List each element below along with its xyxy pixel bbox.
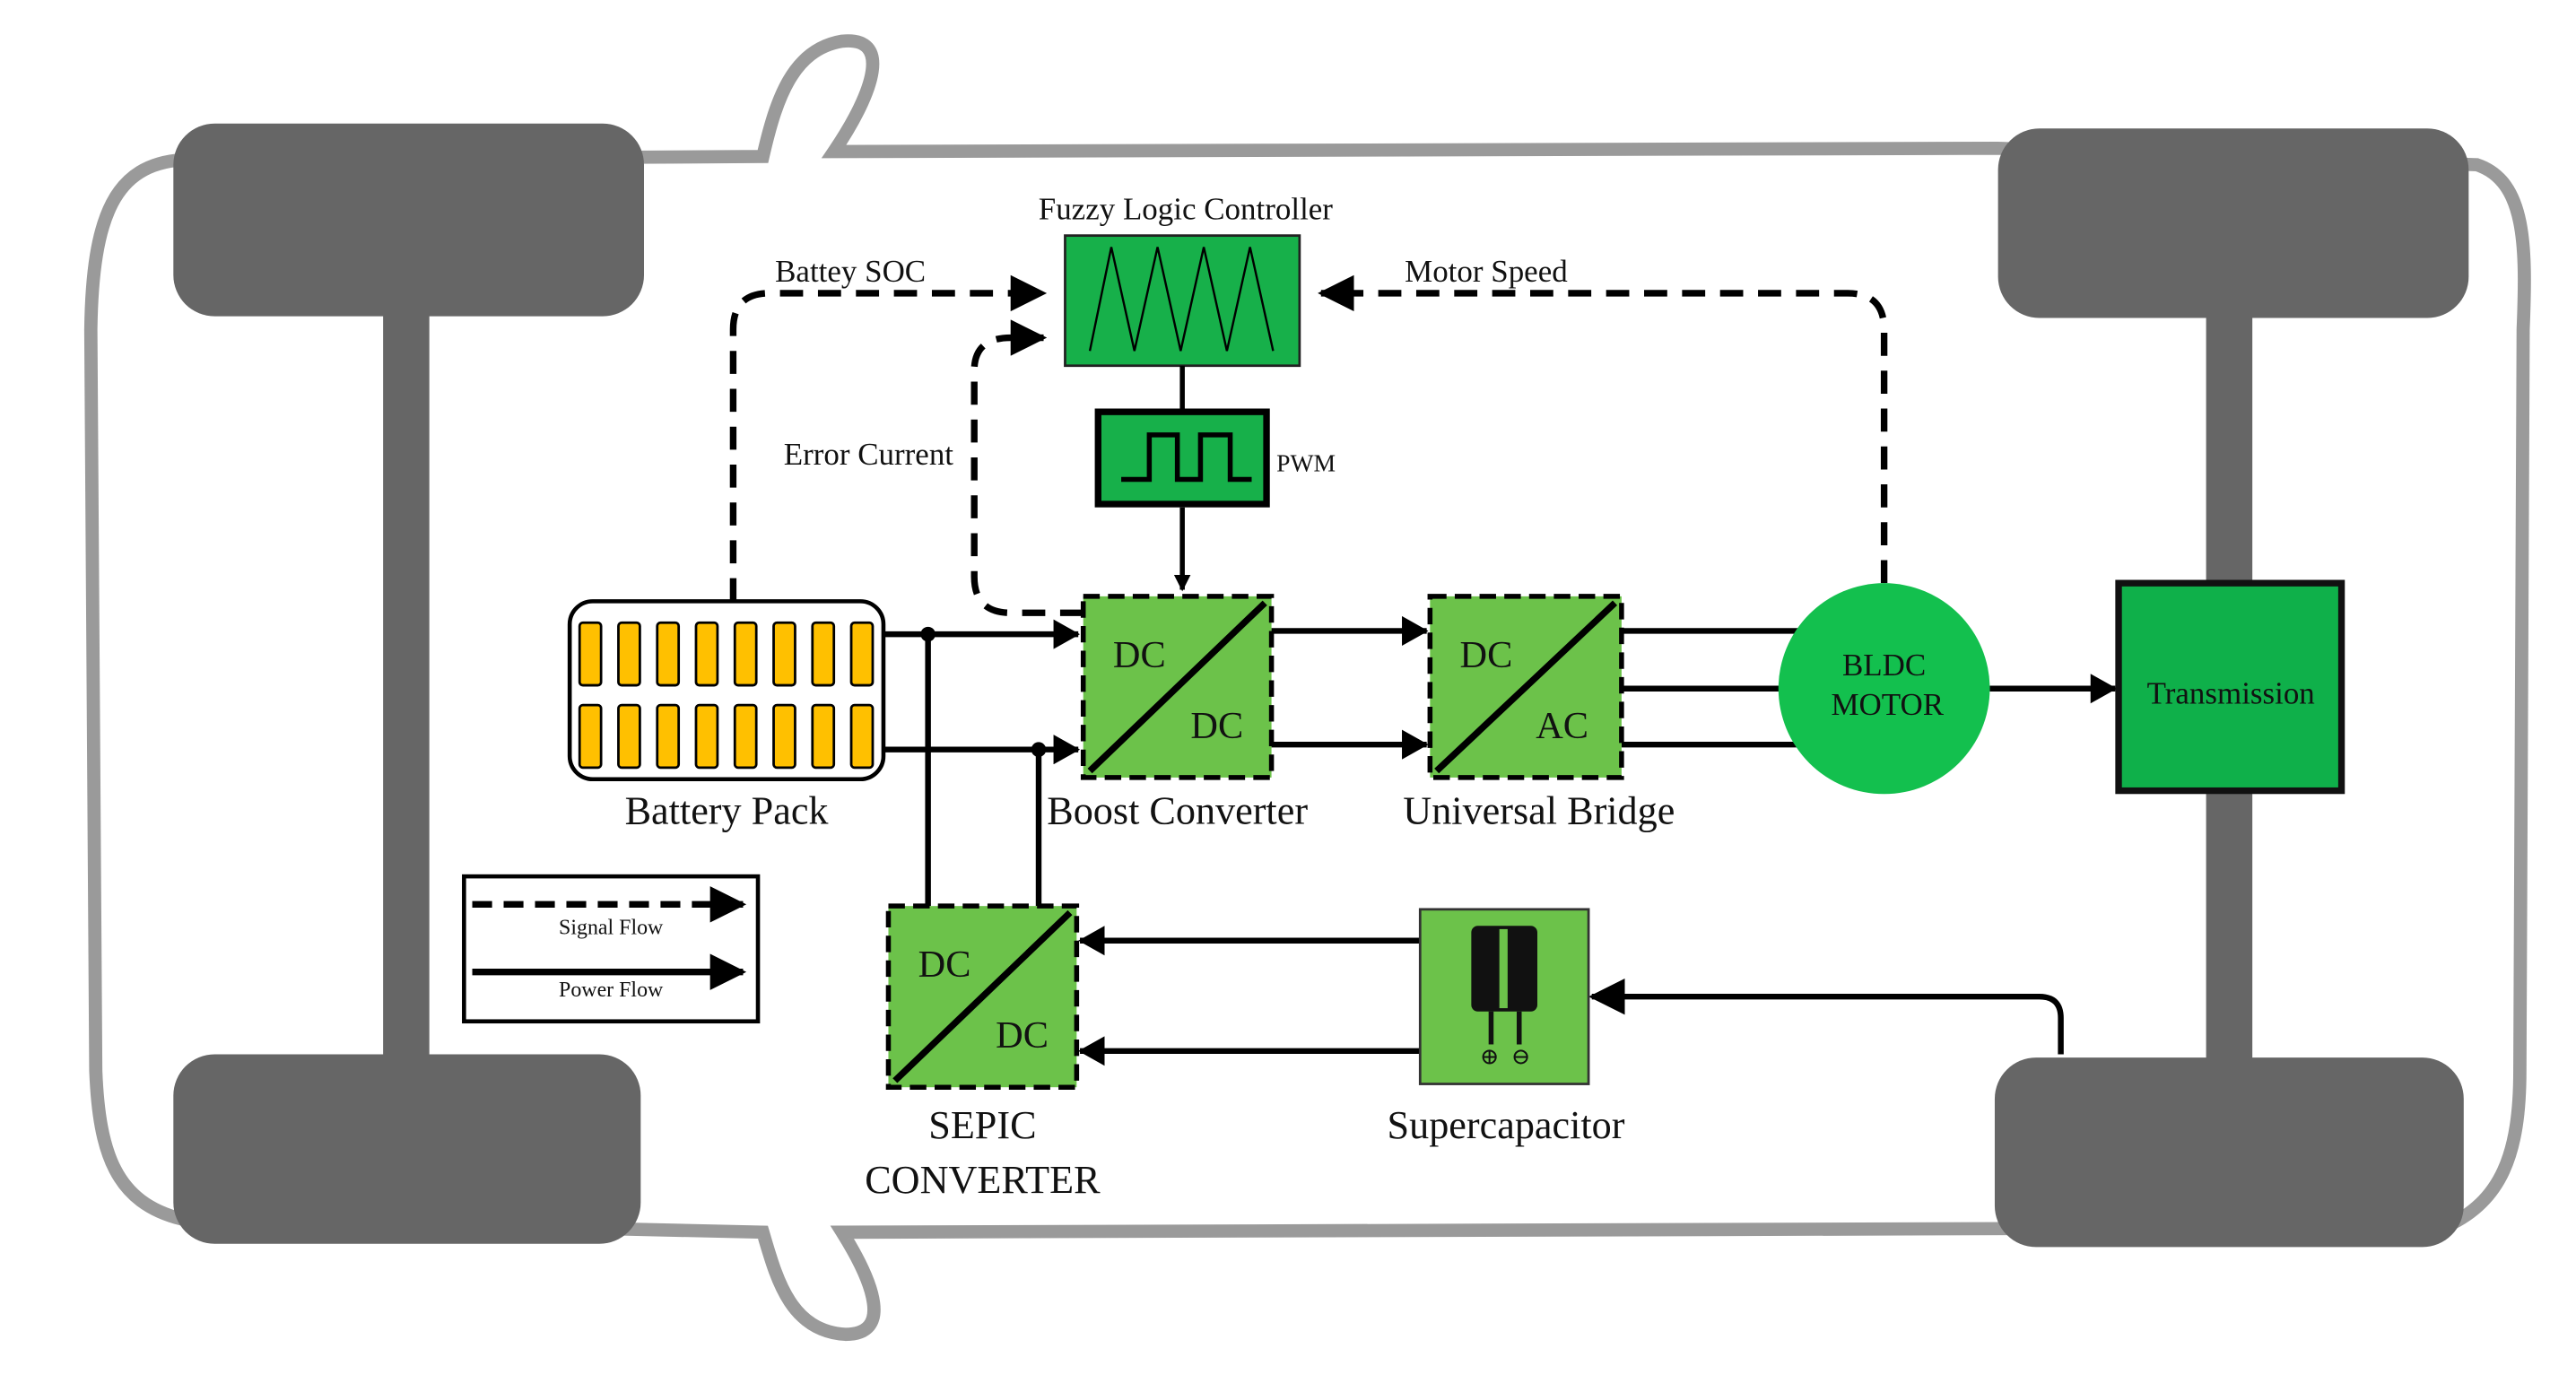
legend-signal-label: Signal Flow (559, 916, 664, 939)
svg-text:DC: DC (1460, 634, 1513, 676)
svg-text:Transmission: Transmission (2147, 675, 2315, 710)
svg-text:⊕: ⊕ (1480, 1044, 1500, 1070)
transmission[interactable]: Transmission (2115, 579, 2345, 795)
bldc-motor[interactable]: BLDC MOTOR (1778, 583, 1990, 795)
svg-text:⊖: ⊖ (1511, 1044, 1531, 1070)
svg-text:AC: AC (1536, 705, 1588, 747)
svg-text:DC: DC (1113, 634, 1166, 676)
battery-soc-label: Battey SOC (775, 254, 926, 289)
svg-text:DC: DC (1190, 705, 1243, 747)
sepic-label-line1: SEPIC (928, 1103, 1036, 1147)
battery-cell (694, 621, 719, 687)
battery-cell (617, 703, 641, 770)
wheel-rear-right (1994, 1057, 2464, 1248)
svg-text:BLDC: BLDC (1842, 648, 1926, 683)
supercapacitor-label: Supercapacitor (1388, 1103, 1625, 1147)
sepic-converter[interactable]: DC DC (885, 903, 1080, 1090)
battery-cell (772, 703, 796, 770)
boost-converter-label: Boost Converter (1047, 788, 1308, 832)
pwm-block[interactable] (1094, 408, 1270, 508)
svg-text:DC: DC (918, 944, 971, 986)
battery-cell (772, 621, 796, 687)
battery-cell (694, 703, 719, 770)
wheel-rear-left (1997, 128, 2469, 318)
supercapacitor[interactable]: ⊕ ⊖ (1418, 908, 1590, 1085)
battery-pack[interactable] (567, 599, 886, 782)
battery-cell (578, 621, 603, 687)
battery-cell (656, 703, 681, 770)
battery-cell (811, 621, 836, 687)
battery-cell (811, 703, 836, 770)
universal-bridge[interactable]: DC AC (1427, 594, 1624, 780)
battery-cell (656, 621, 681, 687)
boost-converter[interactable]: DC DC (1080, 594, 1275, 780)
pwm-label: PWM (1276, 448, 1336, 476)
battery-cell (849, 621, 875, 687)
battery-cell (733, 703, 758, 770)
battery-cell (849, 703, 875, 770)
ev-diagram: Battey SOC Motor Speed Error Current Fuz… (83, 34, 2531, 1342)
svg-text:DC: DC (996, 1014, 1049, 1057)
front-axle (383, 304, 430, 1071)
svg-text:MOTOR: MOTOR (1831, 687, 1944, 722)
wheel-front-left (173, 123, 645, 317)
controller-label: Fuzzy Logic Controller (1039, 191, 1334, 226)
sepic-label-line2: CONVERTER (865, 1158, 1101, 1202)
universal-bridge-label: Universal Bridge (1403, 788, 1675, 832)
battery-pack-label: Battery Pack (625, 788, 830, 832)
error-current-label: Error Current (784, 437, 954, 472)
battery-cell (617, 621, 641, 687)
legend: Signal Flow Power Flow (462, 874, 761, 1024)
motor-speed-signal (1318, 274, 1888, 584)
wheel-front-right (173, 1054, 641, 1244)
legend-power-label: Power Flow (559, 979, 664, 1002)
battery-cell (733, 621, 758, 687)
battery-cell (578, 703, 603, 770)
error-current-signal (970, 319, 1083, 616)
motor-speed-label: Motor Speed (1405, 254, 1568, 289)
